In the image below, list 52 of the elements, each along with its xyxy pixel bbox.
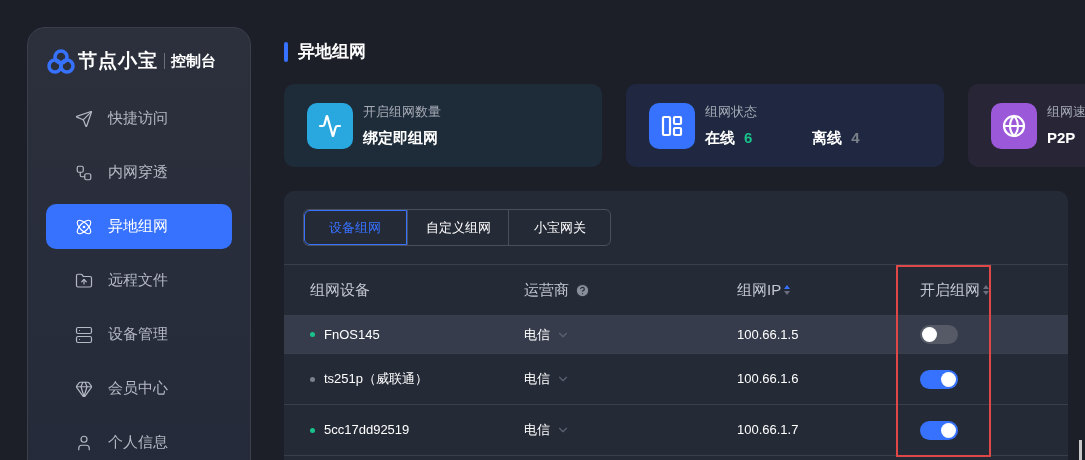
logo-icon (47, 48, 75, 74)
help-icon[interactable] (575, 282, 590, 298)
device-name: FnOS145 (324, 325, 380, 344)
column-header: 运营商 (524, 279, 569, 300)
ip-address: 100.66.1.7 (737, 422, 799, 438)
offline-count: 4 (851, 128, 860, 148)
server-icon (75, 325, 93, 344)
tab[interactable]: 自定义组网 (406, 210, 509, 245)
offline-label: 离线 (812, 128, 843, 148)
stat-value: P2P (1047, 128, 1077, 148)
toggle-switch[interactable] (920, 420, 958, 440)
device-name: ts251p（威联通） (324, 370, 429, 389)
folder-upload-icon (75, 271, 93, 290)
device-name: 5cc17dd92519 (324, 421, 410, 440)
nav-item[interactable]: 会员中心 (46, 366, 232, 411)
nav-item[interactable]: 快捷访问 (46, 96, 232, 141)
nav-item[interactable]: 内网穿透 (46, 150, 232, 195)
globe-icon (991, 102, 1037, 149)
online-count: 6 (744, 128, 753, 148)
nav-item[interactable]: 设备管理 (46, 312, 232, 357)
stat-label: 组网速 (1047, 102, 1085, 121)
carrier-select[interactable]: 电信 (524, 324, 570, 345)
carrier-select[interactable]: 电信 (524, 369, 570, 389)
nav-item[interactable]: 异地组网 (46, 204, 232, 249)
sort-icon[interactable] (783, 284, 792, 296)
user-icon (75, 433, 93, 452)
table-row[interactable]: FnOS145 电信 100.66.1.5 (284, 316, 1068, 354)
layout-icon (649, 102, 695, 149)
toggle-switch[interactable] (920, 325, 958, 344)
stat-value: 绑定即组网 (363, 128, 439, 148)
console-label: 控制台 (171, 50, 216, 71)
ip-address: 100.66.1.5 (737, 326, 799, 342)
brand-name: 节点小宝 (78, 48, 158, 73)
page-title: 异地组网 (298, 41, 366, 64)
carrier-select[interactable]: 电信 (524, 420, 570, 440)
column-header: 开启组网 (920, 279, 980, 300)
toggle-switch[interactable] (920, 369, 958, 389)
scrollbar (1079, 440, 1082, 460)
sort-icon[interactable] (982, 284, 990, 296)
column-header: 组网设备 (310, 279, 370, 300)
send-icon (75, 109, 93, 128)
ip-address: 100.66.1.6 (737, 371, 799, 387)
nav-item[interactable]: 远程文件 (46, 258, 232, 303)
tab[interactable]: 小宝网关 (508, 210, 610, 245)
stat-label: 组网状态 (705, 102, 758, 121)
column-header: 组网IP (737, 279, 782, 300)
atom-icon (75, 217, 93, 236)
online-label: 在线 (705, 128, 735, 148)
stat-label: 开启组网数量 (363, 102, 441, 121)
diamond-icon (75, 379, 93, 398)
nav-item[interactable]: 个人信息 (46, 420, 232, 460)
network-icon (75, 163, 93, 182)
